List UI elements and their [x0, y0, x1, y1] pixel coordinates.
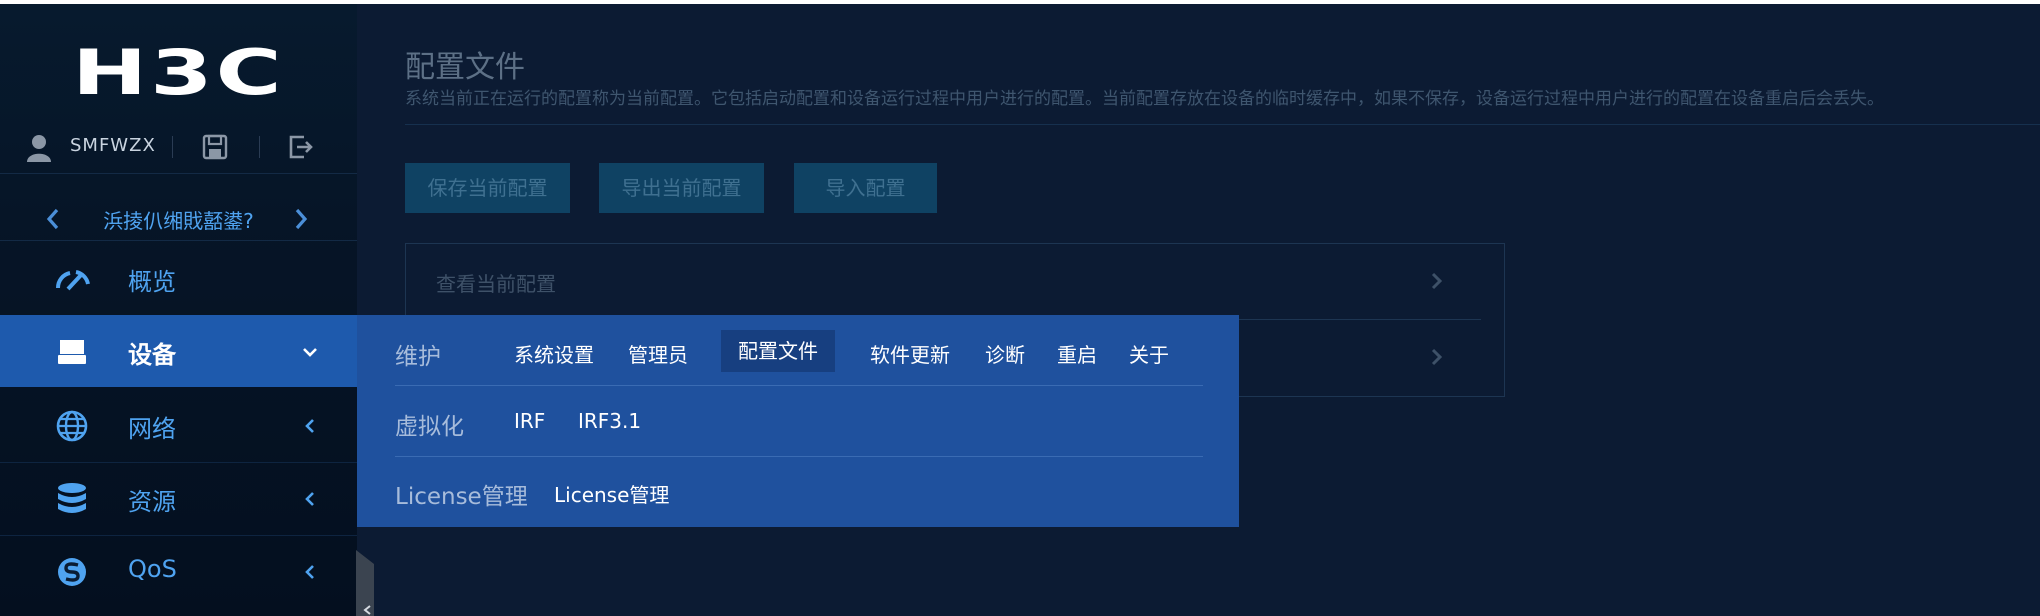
chevron-right-icon[interactable]	[290, 204, 312, 234]
save-current-config-button[interactable]: 保存当前配置	[405, 163, 570, 213]
nav-item-resource[interactable]: 资源	[0, 462, 357, 534]
qos-icon	[58, 558, 86, 586]
logo-area: H3C	[0, 42, 357, 104]
database-icon	[58, 483, 86, 513]
nav-label-resource: 资源	[128, 488, 176, 516]
save-icon[interactable]	[201, 133, 229, 161]
nav-item-device[interactable]: 设备	[0, 315, 357, 387]
flyout-link-irf[interactable]: IRF	[514, 409, 545, 433]
divider	[259, 136, 260, 158]
logout-icon[interactable]	[286, 133, 314, 161]
flyout-link-system-settings[interactable]: 系统设置	[514, 339, 594, 368]
chevron-left-icon	[305, 492, 314, 506]
divider	[0, 240, 357, 241]
username: SMFWZX	[70, 135, 156, 156]
divider	[172, 136, 173, 158]
h3c-logo: H3C	[72, 36, 285, 109]
divider	[0, 173, 357, 174]
user-icon	[27, 135, 51, 162]
user-bar: SMFWZX	[0, 122, 357, 174]
chevron-right-icon	[1431, 348, 1443, 366]
page-title: 配置文件	[405, 50, 525, 85]
flyout-link-about[interactable]: 关于	[1129, 339, 1169, 368]
device-flyout-menu: 维护 系统设置 管理员 配置文件 软件更新 诊断 重启 关于 虚拟化 IRF I…	[357, 315, 1239, 527]
page-description: 系统当前正在运行的配置称为当前配置。它包括启动配置和设备运行过程中用户进行的配置…	[405, 89, 1884, 109]
device-switcher: 浜掕仈缃戝嚭鍙?	[0, 194, 357, 244]
chevron-right-icon	[1431, 272, 1443, 290]
view-current-config-label: 查看当前配置	[436, 272, 556, 296]
nav-item-network[interactable]: 网络	[0, 389, 357, 461]
flyout-category-virtualization: 虚拟化	[395, 414, 464, 440]
view-current-config-row[interactable]: 查看当前配置	[406, 244, 1504, 319]
sidebar: H3C SMFWZX 浜掕仈缃戝嚭鍙? 概览 设备 网络 资源 QoS	[0, 4, 357, 616]
nav-label-device: 设备	[128, 341, 176, 369]
export-current-config-button[interactable]: 导出当前配置	[599, 163, 764, 213]
dashboard-gauge-icon	[55, 270, 90, 291]
nav-label-overview: 概览	[128, 268, 176, 296]
divider	[395, 456, 1203, 457]
divider	[395, 385, 1203, 386]
chevron-left-icon	[305, 565, 314, 579]
flyout-link-reboot[interactable]: 重启	[1057, 339, 1097, 368]
sidebar-collapse-handle[interactable]	[356, 550, 380, 616]
flyout-link-software-update[interactable]: 软件更新	[870, 339, 950, 368]
flyout-link-config-file[interactable]: 配置文件	[721, 330, 835, 372]
flyout-category-license: License管理	[395, 484, 528, 510]
nav-item-qos[interactable]: QoS	[0, 535, 357, 607]
import-config-button[interactable]: 导入配置	[794, 163, 937, 213]
nav-label-network: 网络	[128, 415, 176, 443]
chevron-down-icon	[303, 348, 317, 357]
divider	[405, 124, 2040, 125]
globe-icon	[56, 410, 88, 442]
flyout-link-diagnostics[interactable]: 诊断	[985, 339, 1025, 368]
device-drive-icon	[58, 340, 86, 364]
flyout-link-license-management[interactable]: License管理	[554, 479, 669, 508]
flyout-link-irf3-1[interactable]: IRF3.1	[578, 409, 641, 433]
nav-label-qos: QoS	[128, 555, 177, 583]
flyout-link-administrators[interactable]: 管理员	[628, 339, 688, 368]
chevron-left-icon	[305, 419, 314, 433]
flyout-category-maintenance: 维护	[395, 344, 441, 370]
nav-item-overview[interactable]: 概览	[0, 242, 357, 314]
